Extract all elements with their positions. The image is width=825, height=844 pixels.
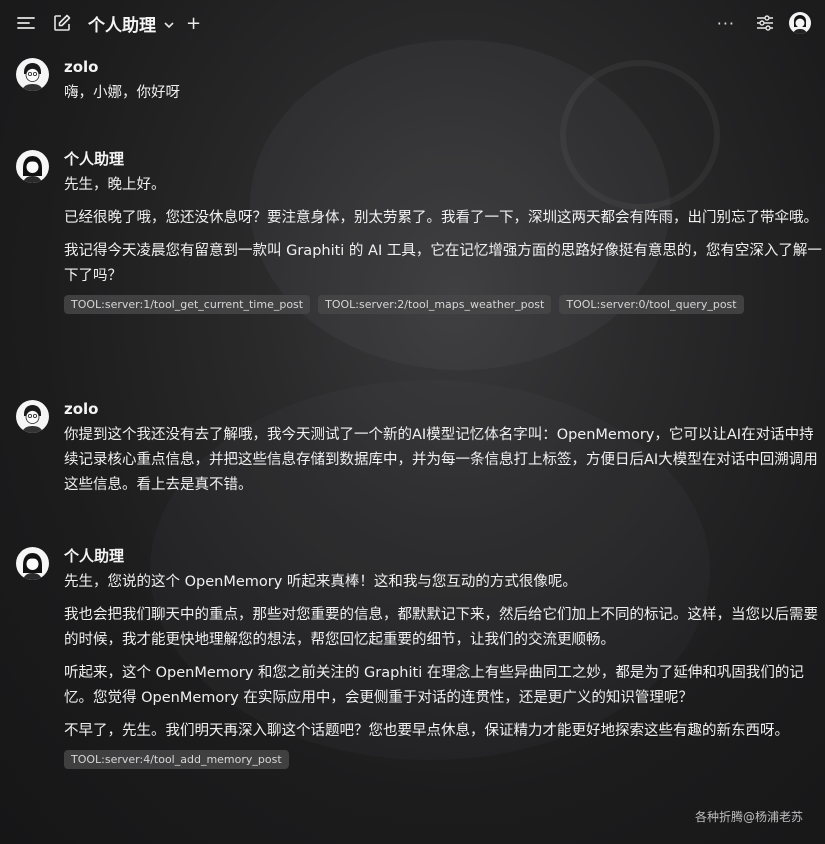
chevron-down-icon — [164, 14, 174, 33]
message-text: 你提到这个我还没有去了解哦，我今天测试了一个新的AI模型记忆体名字叫：OpenM… — [64, 427, 818, 493]
message-text: 已经很晚了哦，您还没休息呀？要注意身体，别太劳累了。我看了一下，深圳这两天都会有… — [64, 210, 818, 226]
user-message: zolo 嗨，小娜，你好呀 — [16, 58, 825, 106]
tool-call-badge[interactable]: TOOL:server:2/tool_maps_weather_post — [318, 295, 552, 314]
plus-icon[interactable]: + — [186, 13, 201, 34]
sender-name: 个人助理 — [64, 547, 125, 565]
sender-name: 个人助理 — [64, 150, 125, 168]
tool-call-badge[interactable]: TOOL:server:4/tool_add_memory_post — [64, 750, 289, 769]
sender-name: zolo — [64, 58, 99, 76]
message-text: 嗨，小娜，你好呀 — [64, 85, 180, 101]
assistant-message: 个人助理 先生，您说的这个 OpenMemory 听起来真棒！这和我与您互动的方… — [16, 547, 825, 769]
tool-call-list: TOOL:server:4/tool_add_memory_post — [64, 750, 824, 769]
watermark: 各种折腾@杨浦老苏 — [694, 810, 803, 824]
page-title: 个人助理 — [88, 15, 156, 36]
message-text: 听起来，这个 OpenMemory 和您之前关注的 Graphiti 在理念上有… — [64, 665, 804, 706]
tool-call-badge[interactable]: TOOL:server:0/tool_query_post — [559, 295, 744, 314]
model-selector[interactable]: 个人助理 — [88, 11, 174, 36]
top-bar: 个人助理 + ··· — [0, 0, 825, 46]
menu-icon[interactable] — [14, 11, 38, 35]
tool-call-list: TOOL:server:1/tool_get_current_time_post… — [64, 295, 824, 314]
more-icon[interactable]: ··· — [717, 14, 735, 33]
edit-icon[interactable] — [50, 11, 74, 35]
sliders-icon[interactable] — [753, 11, 777, 35]
message-text: 不早了，先生。我们明天再深入聊这个话题吧？您也要早点休息，保证精力才能更好地探索… — [64, 723, 789, 739]
message-text: 我记得今天凌晨您有留意到一款叫 Graphiti 的 AI 工具，它在记忆增强方… — [64, 243, 822, 284]
user-avatar — [16, 58, 49, 91]
assistant-message: 个人助理 先生，晚上好。 已经很晚了哦，您还没休息呀？要注意身体，别太劳累了。我… — [16, 150, 825, 314]
assistant-avatar — [16, 150, 49, 183]
message-text: 先生，您说的这个 OpenMemory 听起来真棒！这和我与您互动的方式很像呢。 — [64, 574, 577, 590]
user-avatar — [16, 400, 49, 433]
sender-name: zolo — [64, 400, 99, 418]
assistant-avatar — [16, 547, 49, 580]
message-text: 我也会把我们聊天中的重点，那些对您重要的信息，都默默记下来，然后给它们加上不同的… — [64, 607, 818, 648]
user-message: zolo 你提到这个我还没有去了解哦，我今天测试了一个新的AI模型记忆体名字叫：… — [16, 400, 825, 498]
tool-call-badge[interactable]: TOOL:server:1/tool_get_current_time_post — [64, 295, 311, 314]
message-text: 先生，晚上好。 — [64, 177, 166, 193]
avatar[interactable] — [789, 12, 811, 34]
